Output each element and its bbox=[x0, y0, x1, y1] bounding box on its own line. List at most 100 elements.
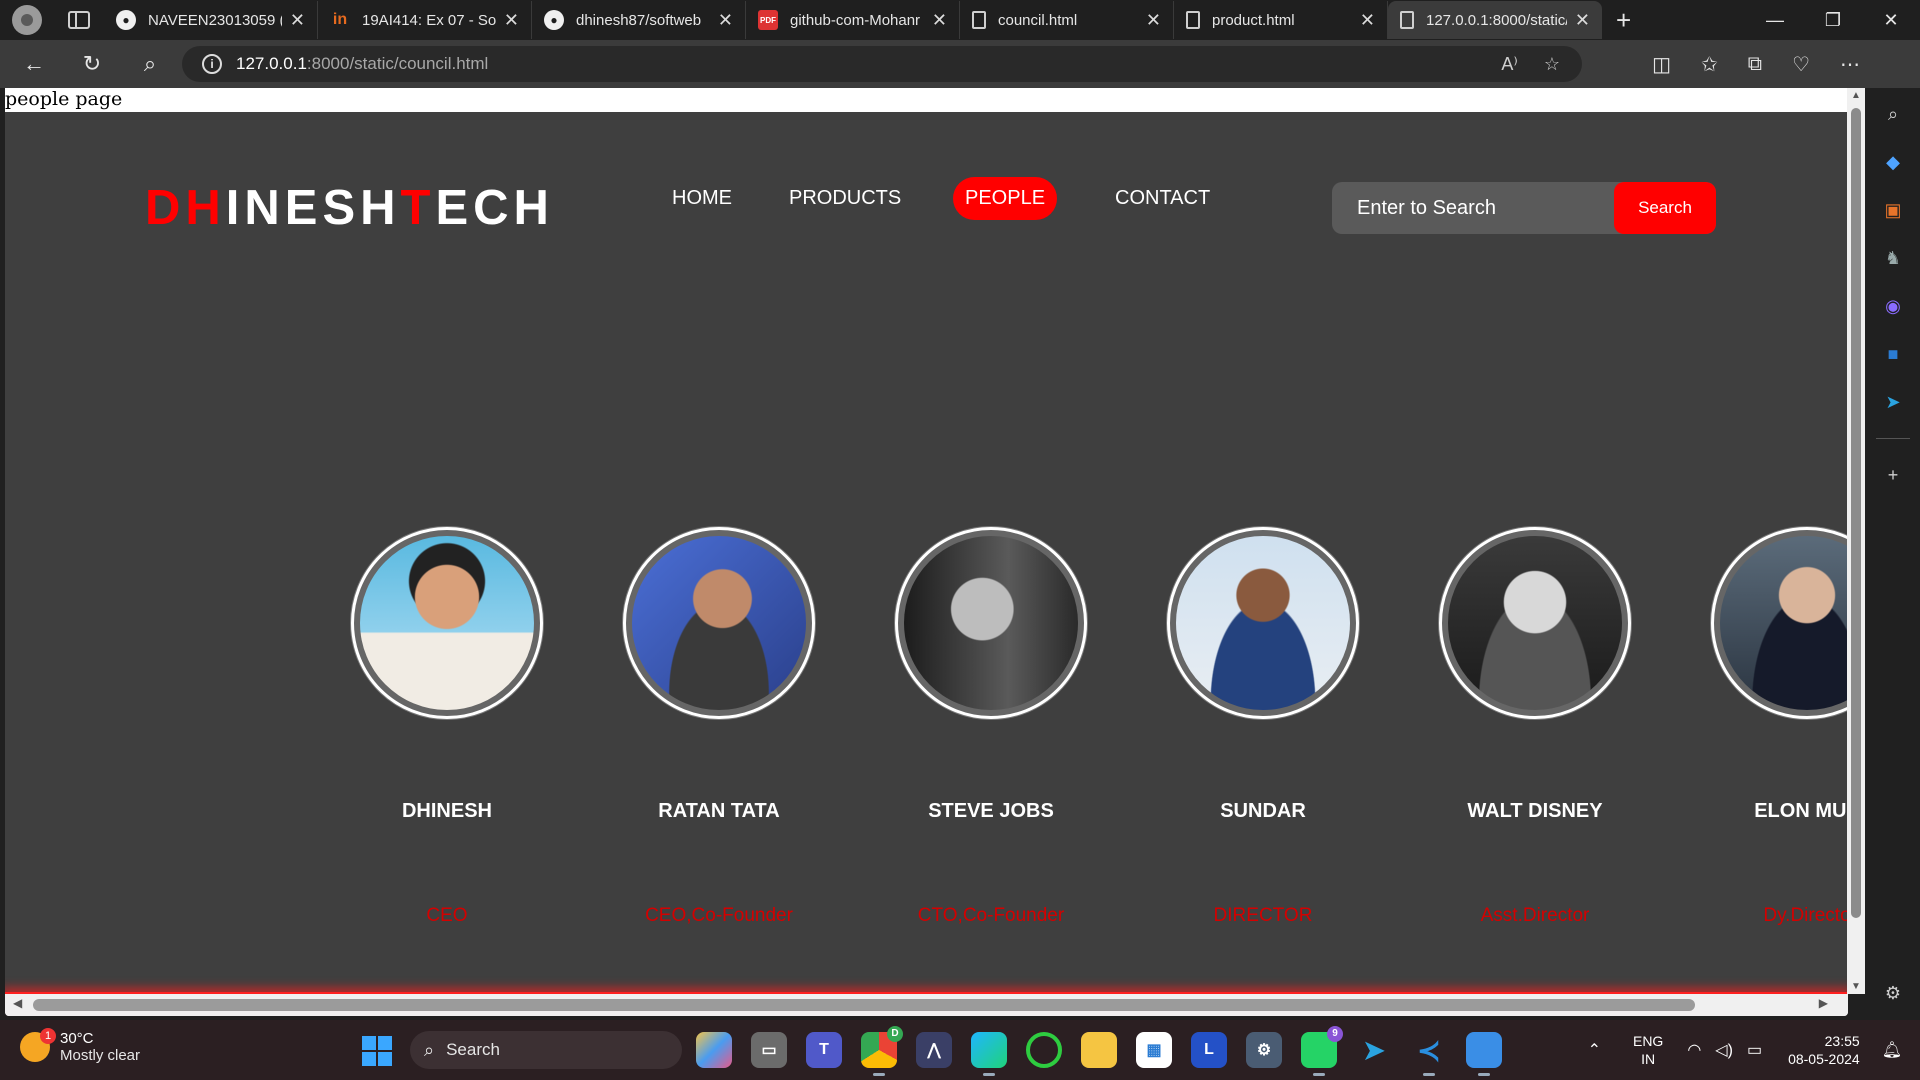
edge-sidebar: ⌕ ◆ ▣ ♞ ◉ ■ ➤ + ⚙ bbox=[1866, 88, 1920, 1018]
weather-widget[interactable]: 1 30°C Mostly clear bbox=[20, 1028, 140, 1064]
page-caption: people page bbox=[5, 88, 123, 110]
more-icon[interactable]: ⋯ bbox=[1840, 52, 1860, 77]
microsoft-store-icon[interactable]: ▦ bbox=[1136, 1032, 1172, 1068]
weather-temp: 30°C bbox=[60, 1030, 94, 1047]
close-icon[interactable]: ✕ bbox=[504, 10, 519, 31]
info-icon[interactable]: i bbox=[202, 54, 222, 74]
read-aloud-icon[interactable]: A⁾ bbox=[1501, 54, 1517, 75]
logo-letter-d: D bbox=[145, 181, 186, 235]
tab-actions-icon[interactable] bbox=[68, 11, 90, 29]
nav-people[interactable]: PEOPLE bbox=[953, 176, 1058, 220]
chevron-up-icon[interactable]: ⌃ bbox=[1588, 1040, 1601, 1060]
scroll-down-icon[interactable]: ▼ bbox=[1851, 981, 1861, 992]
reload-icon[interactable]: ↻ bbox=[68, 44, 116, 84]
person-role: Dy.Directo bbox=[1763, 905, 1848, 926]
tab-1[interactable]: ● NAVEEN23013059 (N ✕ bbox=[104, 1, 318, 39]
tab-2[interactable]: in 19AI414: Ex 07 - Soft ✕ bbox=[318, 1, 532, 39]
settings-app-icon[interactable]: ⚙ bbox=[1246, 1032, 1282, 1068]
back-icon[interactable]: ← bbox=[10, 44, 58, 84]
logo-letter-t: T bbox=[400, 181, 436, 235]
nav-home[interactable]: HOME bbox=[660, 177, 744, 220]
close-window-icon[interactable]: ✕ bbox=[1862, 0, 1920, 40]
games-icon[interactable]: ♞ bbox=[1881, 246, 1905, 270]
whatsapp-badge: 9 bbox=[1327, 1026, 1343, 1042]
arc-browser-icon[interactable]: ⋀ bbox=[916, 1032, 952, 1068]
taskbar-search[interactable]: ⌕ Search bbox=[410, 1031, 682, 1069]
tab-title: NAVEEN23013059 (N bbox=[148, 11, 282, 29]
logo-part-ech: ECH bbox=[435, 181, 554, 235]
vscode-icon[interactable]: ≺ bbox=[1411, 1032, 1447, 1076]
close-icon[interactable]: ✕ bbox=[290, 10, 305, 31]
browser-tools: ◫ ✩ ⧉ ♡ ⋯ bbox=[1652, 40, 1860, 88]
tools-briefcase-icon[interactable]: ▣ bbox=[1881, 198, 1905, 222]
edge-icon[interactable] bbox=[971, 1032, 1007, 1076]
tab-4[interactable]: PDF github-com-Mohanr ✕ bbox=[746, 1, 960, 39]
search-button[interactable]: Search bbox=[1614, 182, 1716, 234]
in-icon: in bbox=[332, 11, 348, 28]
person-avatar bbox=[895, 527, 1087, 719]
start-windows-icon[interactable] bbox=[362, 1036, 392, 1066]
profile-avatar-icon[interactable] bbox=[12, 5, 42, 35]
close-icon[interactable]: ✕ bbox=[718, 10, 733, 31]
new-tab-icon[interactable]: + bbox=[1616, 5, 1631, 36]
close-icon[interactable]: ✕ bbox=[1360, 10, 1375, 31]
close-icon[interactable]: ✕ bbox=[1575, 10, 1590, 31]
performance-icon[interactable]: ♡ bbox=[1792, 52, 1810, 77]
url-field[interactable]: i 127.0.0.1:8000/static/council.html A⁾ … bbox=[182, 46, 1582, 82]
brand-logo[interactable]: DHINESHTECH bbox=[145, 180, 554, 236]
chrome-icon[interactable]: D bbox=[861, 1026, 903, 1076]
scroll-right-icon[interactable]: ▶ bbox=[1819, 996, 1828, 1010]
sidebar-search-icon[interactable]: ⌕ bbox=[1881, 102, 1905, 126]
horizontal-scrollbar[interactable]: ◀ ▶ bbox=[5, 994, 1848, 1016]
minimize-icon[interactable]: — bbox=[1746, 0, 1804, 40]
nav-products[interactable]: PRODUCTS bbox=[777, 177, 913, 220]
copilot-app-icon[interactable] bbox=[696, 1032, 732, 1068]
nav-contact[interactable]: CONTACT bbox=[1103, 177, 1222, 220]
teams-icon[interactable]: T bbox=[806, 1032, 842, 1068]
tab-title: council.html bbox=[998, 11, 1078, 29]
sidebar-divider bbox=[1876, 438, 1910, 439]
scroll-up-icon[interactable]: ▲ bbox=[1851, 90, 1861, 101]
favorites-icon[interactable]: ✩ bbox=[1701, 52, 1718, 77]
weather-badge: 1 bbox=[40, 1028, 56, 1044]
file-explorer-icon[interactable] bbox=[1081, 1032, 1117, 1068]
outlook-icon[interactable]: ■ bbox=[1881, 342, 1905, 366]
tab-6[interactable]: product.html ✕ bbox=[1174, 1, 1388, 39]
collections-icon[interactable]: ⧉ bbox=[1748, 53, 1762, 76]
shopping-tag-icon[interactable]: ◆ bbox=[1881, 150, 1905, 174]
close-icon[interactable]: ✕ bbox=[932, 10, 947, 31]
telegram-app-icon[interactable]: ➤ bbox=[1356, 1032, 1392, 1068]
system-icons[interactable]: ◠ ◁) ▭ bbox=[1687, 1040, 1762, 1060]
search-icon[interactable]: ⌕ bbox=[126, 44, 174, 84]
system-tray: ⌃ ENG IN ◠ ◁) ▭ 23:55 08-05-2024 🔔︎ bbox=[1588, 1020, 1920, 1080]
window-controls: — ❐ ✕ bbox=[1746, 0, 1920, 40]
ring-app-icon[interactable] bbox=[1026, 1032, 1062, 1068]
copilot-sidebar-icon[interactable]: ◉ bbox=[1881, 294, 1905, 318]
file-icon bbox=[1186, 11, 1200, 29]
photos-app-icon[interactable] bbox=[1466, 1032, 1502, 1076]
vertical-scrollbar[interactable]: ▲ ▼ bbox=[1847, 88, 1865, 994]
notification-bell-icon[interactable]: 🔔︎ bbox=[1882, 1040, 1902, 1060]
add-icon[interactable]: + bbox=[1881, 463, 1905, 487]
task-view-icon[interactable]: ▭ bbox=[751, 1032, 787, 1068]
tab-3[interactable]: ● dhinesh87/softweb ✕ bbox=[532, 1, 746, 39]
scrollbar-thumb[interactable] bbox=[33, 999, 1695, 1011]
clock[interactable]: 23:55 08-05-2024 bbox=[1788, 1032, 1860, 1068]
settings-icon[interactable]: ⚙ bbox=[1881, 981, 1905, 1005]
language-indicator[interactable]: ENG IN bbox=[1633, 1032, 1663, 1068]
scrollbar-thumb[interactable] bbox=[1851, 108, 1861, 918]
page-viewport: people page DHINESHTECH HOME PRODUCTS PE… bbox=[5, 88, 1848, 1016]
tab-5[interactable]: council.html ✕ bbox=[960, 1, 1174, 39]
close-icon[interactable]: ✕ bbox=[1146, 10, 1161, 31]
lang-region: IN bbox=[1641, 1051, 1656, 1067]
scroll-left-icon[interactable]: ◀ bbox=[13, 996, 22, 1010]
tab-7-active[interactable]: 127.0.0.1:8000/static/ ✕ bbox=[1388, 1, 1602, 39]
split-screen-icon[interactable]: ◫ bbox=[1652, 52, 1671, 77]
search-input[interactable]: Enter to Search bbox=[1332, 197, 1614, 220]
telegram-icon[interactable]: ➤ bbox=[1881, 390, 1905, 414]
favorite-star-icon[interactable]: ☆ bbox=[1544, 54, 1560, 75]
maximize-icon[interactable]: ❐ bbox=[1804, 0, 1862, 40]
person-avatar bbox=[351, 527, 543, 719]
whatsapp-icon[interactable]: 9 bbox=[1301, 1026, 1343, 1076]
l-app-icon[interactable]: L bbox=[1191, 1032, 1227, 1068]
